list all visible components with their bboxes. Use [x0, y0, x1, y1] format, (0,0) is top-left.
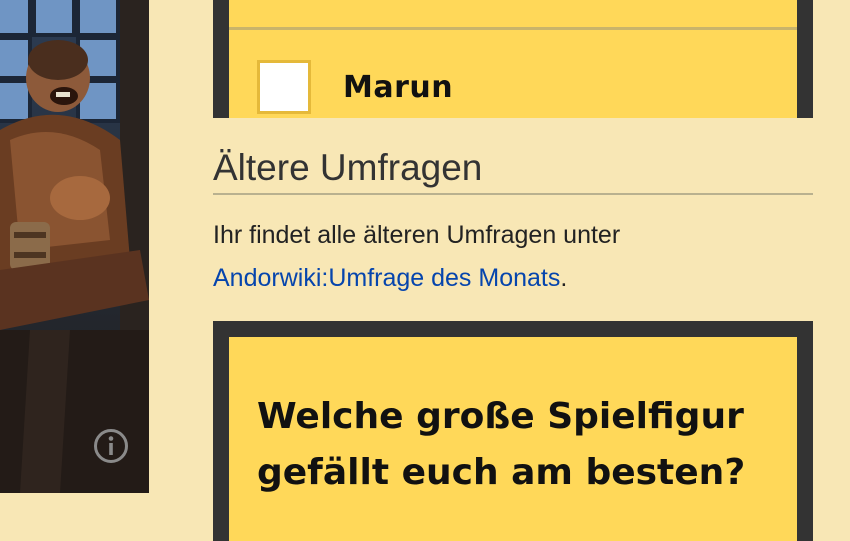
paragraph-text: Ihr findet alle älteren Umfragen unter — [213, 221, 621, 249]
poll-box-bottom-inner: Welche große Spielfigur gefällt euch am … — [229, 337, 797, 541]
section-paragraph: Ihr findet alle älteren Umfragen unter A… — [213, 214, 813, 300]
poll-box-top-inner: Marun — [229, 0, 797, 118]
poll-option[interactable]: Marun — [257, 60, 453, 114]
poll-option-label: Marun — [343, 69, 454, 105]
poll-box-bottom: Welche große Spielfigur gefällt euch am … — [213, 321, 813, 541]
info-icon[interactable] — [93, 428, 129, 464]
poll-archive-link[interactable]: Andorwiki:Umfrage des Monats — [213, 264, 560, 292]
side-artwork-image — [0, 0, 149, 493]
poll-box-top: Marun — [213, 0, 813, 118]
section-heading: Ältere Umfragen — [213, 147, 813, 195]
poll-divider — [229, 27, 797, 30]
poll-question: Welche große Spielfigur gefällt euch am … — [257, 396, 746, 493]
paragraph-period: . — [560, 264, 568, 292]
poll-option-checkbox[interactable] — [257, 60, 311, 114]
